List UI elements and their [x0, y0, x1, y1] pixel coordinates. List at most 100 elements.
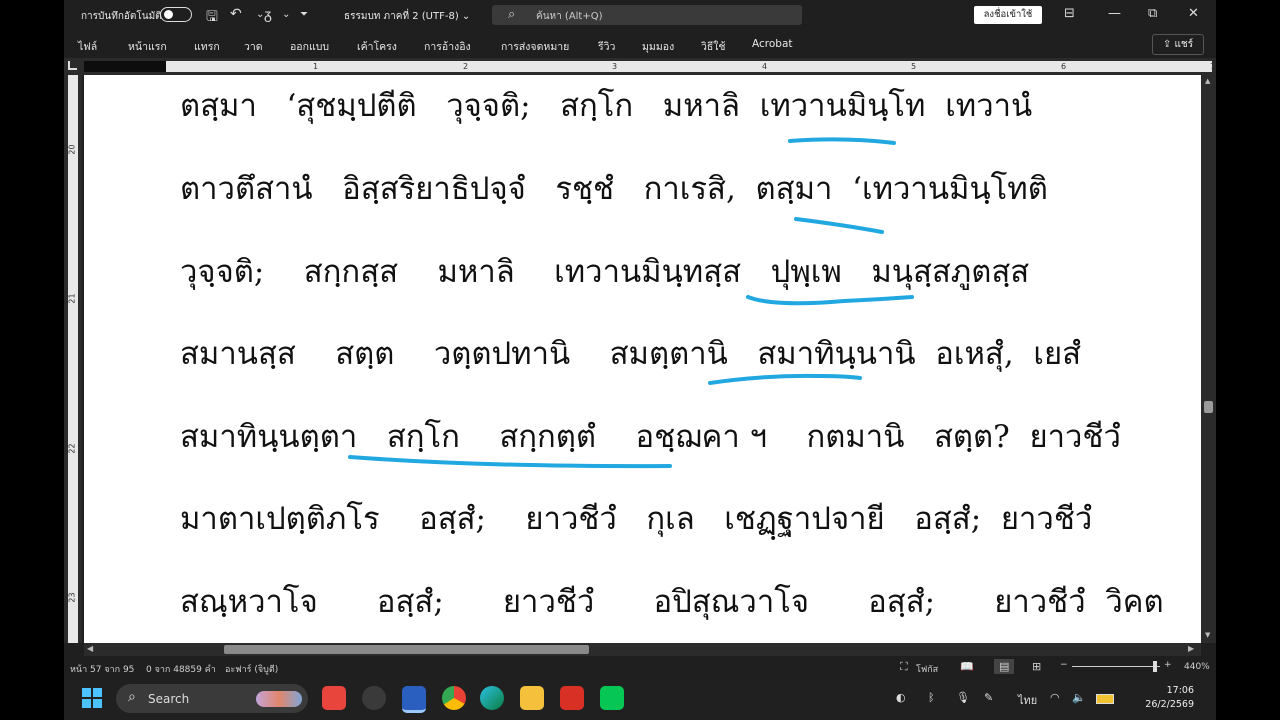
- zoom-level[interactable]: 440%: [1184, 662, 1210, 672]
- ruler-number: 4: [762, 62, 768, 71]
- tab-layout[interactable]: เค้าโครง: [357, 38, 397, 55]
- scroll-up-icon[interactable]: ▲: [1205, 77, 1210, 85]
- language-status[interactable]: อะฟาร์ (จิบูตี): [225, 662, 278, 676]
- sign-in-button[interactable]: ลงชื่อเข้าใช้: [974, 6, 1042, 24]
- print-layout-icon[interactable]: ▤: [994, 659, 1015, 674]
- obs-app-icon[interactable]: [362, 686, 386, 710]
- ink-underline-1: [788, 137, 896, 145]
- windows-start-icon[interactable]: [82, 688, 102, 708]
- format-painter-icon[interactable]: ᵹ: [264, 6, 272, 23]
- autosave-toggle[interactable]: [160, 7, 192, 22]
- minimize-icon[interactable]: —: [1108, 6, 1121, 21]
- screen: การบันทึกอัตโนมัติ 🖫 ↶ ⌄ ᵹ ⌄ ⏷ ธรรมบท ภา…: [64, 0, 1216, 720]
- line-app-icon[interactable]: [600, 686, 624, 710]
- search-placeholder: ค้นหา (Alt+Q): [536, 11, 603, 22]
- share-icon: ⇪: [1162, 39, 1175, 50]
- ruler-number: 1: [313, 62, 319, 71]
- search-icon: ⌕: [508, 7, 516, 22]
- scroll-left-icon[interactable]: ◀: [87, 644, 93, 653]
- ink-underline-4: [708, 373, 862, 385]
- document-title[interactable]: ธรรมบท ภาคที่ 2 (UTF-8) ⌄: [344, 9, 470, 24]
- search-icon: ⌕: [128, 689, 136, 705]
- ruler-number: 3: [612, 62, 618, 71]
- tab-draw[interactable]: วาด: [244, 38, 263, 55]
- tab-insert[interactable]: แทรก: [194, 38, 220, 55]
- battery-icon[interactable]: [1096, 694, 1114, 704]
- tab-design[interactable]: ออกแบบ: [290, 38, 329, 55]
- ribbon-display-icon[interactable]: ⊟: [1064, 6, 1075, 21]
- vertical-ruler[interactable]: 20 21 22 23: [64, 75, 82, 643]
- ribbon-tabs: ไฟล์ หน้าแรก แทรก วาด ออกแบบ เค้าโครง กา…: [64, 32, 1216, 58]
- tab-home[interactable]: หน้าแรก: [128, 38, 167, 55]
- scroll-down-icon[interactable]: ▼: [1205, 631, 1210, 639]
- read-mode-icon[interactable]: 📖: [960, 660, 974, 673]
- undo-icon[interactable]: ↶: [230, 6, 242, 22]
- word-app-icon[interactable]: [402, 686, 426, 713]
- horizontal-scrollbar[interactable]: ◀ ▶: [84, 643, 1201, 656]
- edge-app-icon[interactable]: [480, 686, 504, 710]
- save-icon[interactable]: 🖫: [206, 6, 218, 30]
- ink-underline-3: [746, 295, 914, 306]
- close-icon[interactable]: ✕: [1188, 6, 1199, 21]
- zoom-in-icon[interactable]: +: [1164, 660, 1172, 670]
- tab-references[interactable]: การอ้างอิง: [424, 38, 471, 55]
- vertical-ruler-number: 23: [67, 592, 77, 603]
- tab-view[interactable]: มุมมอง: [642, 38, 674, 55]
- title-bar: การบันทึกอัตโนมัติ 🖫 ↶ ⌄ ᵹ ⌄ ⏷ ธรรมบท ภา…: [64, 0, 1216, 32]
- horizontal-scroll-thumb[interactable]: [224, 645, 589, 654]
- zoom-slider[interactable]: [1072, 666, 1160, 667]
- file-explorer-icon[interactable]: [520, 686, 544, 710]
- pen-icon[interactable]: ✎: [984, 691, 993, 704]
- web-layout-icon[interactable]: ⊞: [1032, 660, 1041, 673]
- ruler-number: 2: [463, 62, 469, 71]
- vertical-ruler-number: 20: [67, 144, 77, 155]
- customize-qat-icon[interactable]: ⏷: [300, 9, 308, 20]
- status-bar: หน้า 57 จาก 95 0 จาก 48859 คำ อะฟาร์ (จิ…: [64, 656, 1216, 678]
- ink-underline-5: [348, 455, 672, 469]
- system-clock[interactable]: 17:06 26/2/2569: [1126, 684, 1194, 712]
- wifi-icon[interactable]: ◠: [1050, 691, 1060, 704]
- microphone-icon[interactable]: 🎙: [956, 691, 970, 704]
- tab-review[interactable]: รีวิว: [598, 38, 615, 55]
- focus-icon[interactable]: ⛶: [900, 660, 908, 674]
- document-page[interactable]: ตสฺมา ‘สุชมฺปตีติ วุจฺจติ; สกฺโก มหาลิ เ…: [84, 75, 1201, 643]
- search-box[interactable]: ⌕ ค้นหา (Alt+Q): [492, 5, 802, 25]
- share-button[interactable]: ⇪ แชร์: [1152, 34, 1204, 55]
- taskbar: ⌕ Search ◐ ᛒ 🎙 ✎ ไทย ◠ 🔈 17:06 26/2/2569: [64, 678, 1216, 720]
- tab-help[interactable]: วิธีใช้: [701, 38, 726, 55]
- tab-mailings[interactable]: การส่งจดหมาย: [501, 38, 569, 55]
- chrome-app-icon[interactable]: [442, 686, 466, 710]
- page-count[interactable]: หน้า 57 จาก 95: [70, 662, 134, 676]
- autosave-label: การบันทึกอัตโนมัติ: [81, 11, 162, 22]
- ruler-number: 7: [1210, 62, 1216, 71]
- acrobat-app-icon[interactable]: [560, 686, 584, 710]
- taskbar-search-label: Search: [148, 692, 190, 706]
- word-count[interactable]: 0 จาก 48859 คำ: [146, 662, 216, 676]
- redo-dropdown-icon[interactable]: ⌄: [282, 9, 290, 20]
- input-language[interactable]: ไทย: [1018, 691, 1037, 709]
- vertical-ruler-number: 21: [67, 293, 77, 304]
- ink-underline-2: [794, 217, 884, 234]
- zoom-slider-thumb[interactable]: [1153, 661, 1157, 672]
- taskbar-search[interactable]: ⌕ Search: [116, 684, 308, 713]
- clock-date: 26/2/2569: [1145, 699, 1194, 710]
- notes-app-icon[interactable]: [322, 686, 346, 710]
- zoom-out-icon[interactable]: −: [1060, 660, 1068, 670]
- ruler-number: 5: [911, 62, 917, 71]
- copilot-tray-icon[interactable]: ◐: [896, 691, 906, 704]
- volume-icon[interactable]: 🔈: [1072, 691, 1086, 704]
- vertical-ruler-body: [68, 75, 78, 643]
- scroll-right-icon[interactable]: ▶: [1188, 644, 1194, 653]
- vertical-ruler-number: 22: [67, 443, 77, 454]
- ruler-margin-left: [84, 61, 166, 72]
- vertical-scroll-thumb[interactable]: [1204, 401, 1213, 413]
- tab-file[interactable]: ไฟล์: [78, 38, 97, 55]
- vertical-scrollbar[interactable]: ▲ ▼: [1201, 75, 1216, 643]
- restore-icon[interactable]: ⧉: [1148, 6, 1157, 21]
- tab-acrobat[interactable]: Acrobat: [752, 38, 793, 50]
- tab-selector-icon[interactable]: [68, 61, 77, 70]
- bluetooth-icon[interactable]: ᛒ: [928, 691, 935, 704]
- focus-label[interactable]: โฟกัส: [916, 662, 938, 676]
- ruler-body: 1 2 3 4 5 6 7: [166, 61, 1216, 72]
- horizontal-ruler[interactable]: 1 2 3 4 5 6 7: [64, 58, 1216, 75]
